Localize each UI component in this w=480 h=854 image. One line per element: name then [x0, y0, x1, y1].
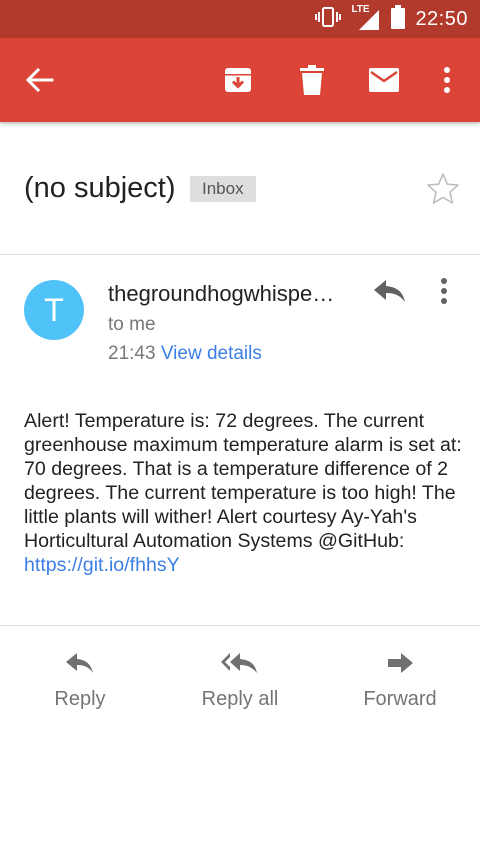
sender-name[interactable]: thegroundhogwhispe…	[108, 281, 334, 307]
forward-label: Forward	[363, 688, 437, 710]
body-link[interactable]: https://git.io/fhhsY	[24, 554, 180, 576]
signal-icon: LTE	[351, 4, 381, 32]
overflow-menu-button[interactable]	[427, 60, 467, 100]
label-chip-inbox[interactable]: Inbox	[190, 176, 256, 202]
status-bar: LTE 22:50	[0, 0, 480, 38]
star-outline-icon	[427, 173, 459, 204]
reply-button[interactable]: Reply	[10, 648, 150, 711]
status-icons: LTE 22:50	[315, 0, 468, 38]
mark-unread-button[interactable]	[364, 60, 404, 100]
reply-all-icon	[170, 648, 310, 678]
forward-icon	[330, 648, 470, 678]
vibrate-icon	[315, 6, 342, 33]
battery-icon	[391, 4, 406, 34]
more-vert-icon	[444, 67, 450, 93]
delete-button[interactable]	[292, 60, 332, 100]
reply-icon	[374, 280, 405, 302]
header-reply-button[interactable]	[372, 276, 408, 306]
forward-button[interactable]: Forward	[330, 648, 470, 711]
more-vert-icon	[441, 278, 447, 304]
clock: 22:50	[415, 7, 468, 30]
message-more-button[interactable]	[430, 276, 458, 306]
arrow-back-icon	[25, 67, 54, 93]
reply-label: Reply	[54, 688, 106, 710]
back-button[interactable]	[20, 60, 60, 100]
app-toolbar	[0, 38, 480, 122]
reply-icon	[10, 648, 150, 678]
archive-icon	[225, 68, 251, 92]
recipient-line: to me	[108, 314, 156, 335]
reply-all-label: Reply all	[201, 688, 279, 710]
archive-button[interactable]	[218, 60, 258, 100]
divider	[0, 254, 480, 255]
email-body: Alert! Temperature is: 72 degrees. The c…	[24, 409, 464, 577]
star-button[interactable]	[426, 172, 460, 206]
view-details-link[interactable]: View details	[161, 343, 262, 364]
mail-icon	[369, 68, 399, 92]
email-subject: (no subject)	[24, 172, 176, 204]
email-body-text: Alert! Temperature is: 72 degrees. The c…	[24, 410, 462, 552]
reply-all-button[interactable]: Reply all	[170, 648, 310, 711]
sender-avatar[interactable]: T	[24, 280, 84, 340]
delete-icon	[300, 65, 324, 95]
message-meta: 21:43 View details	[108, 343, 262, 365]
message-time: 21:43	[108, 343, 156, 364]
subject-row: (no subject) Inbox	[0, 122, 480, 254]
divider	[0, 625, 480, 626]
